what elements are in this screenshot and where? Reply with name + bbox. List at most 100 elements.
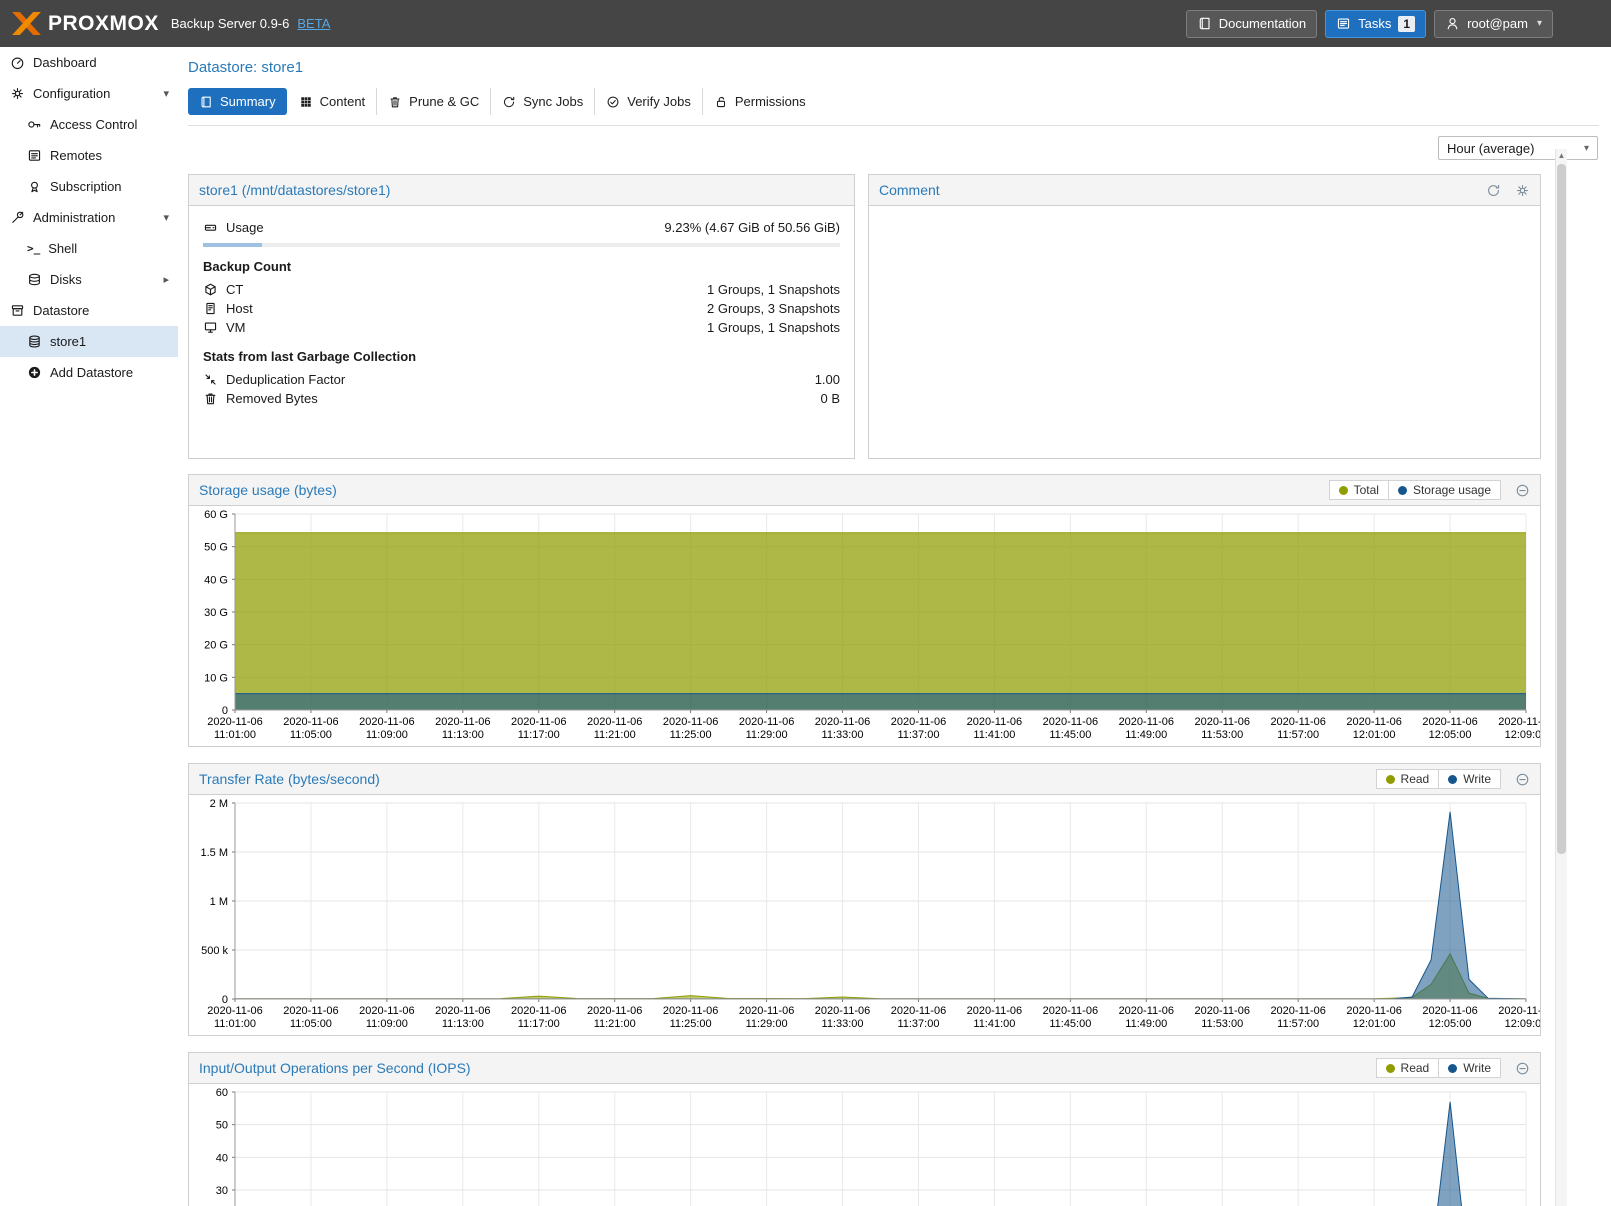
sidebar-item-disks[interactable]: Disks▸ xyxy=(0,264,178,295)
tab-summary[interactable]: Summary xyxy=(188,88,287,115)
svg-text:2020-11-06: 2020-11-06 xyxy=(891,716,946,728)
scrollbar[interactable]: ▲ xyxy=(1555,149,1567,1206)
datastore-status-panel: store1 (/mnt/datastores/store1) Usage 9.… xyxy=(188,174,855,459)
svg-text:2020-11-06: 2020-11-06 xyxy=(435,716,490,728)
svg-text:2020-11-06: 2020-11-06 xyxy=(435,1005,490,1017)
svg-text:12:05:00: 12:05:00 xyxy=(1429,1018,1472,1030)
svg-text:2020-11-06: 2020-11-06 xyxy=(1119,1005,1174,1017)
svg-text:1 M: 1 M xyxy=(210,896,228,908)
tab-sync-jobs[interactable]: Sync Jobs xyxy=(491,88,595,115)
ct-label: CT xyxy=(226,282,243,297)
svg-text:50: 50 xyxy=(216,1120,228,1132)
svg-text:11:33:00: 11:33:00 xyxy=(822,1018,864,1030)
chevron-down-icon: ▾ xyxy=(163,211,169,224)
documentation-button[interactable]: Documentation xyxy=(1186,10,1317,38)
usage-progress-bar xyxy=(203,243,840,247)
storage-usage-chart: 010 G20 G30 G40 G50 G60 G2020-11-0611:01… xyxy=(189,506,1540,746)
sidebar-item-add-datastore[interactable]: Add Datastore xyxy=(0,357,178,388)
sidebar-item-administration[interactable]: Administration▾ xyxy=(0,202,178,233)
svg-text:11:21:00: 11:21:00 xyxy=(594,1018,636,1030)
time-range-select[interactable]: Hour (average) ▾ xyxy=(1438,136,1598,160)
svg-text:2020-11-06: 2020-11-06 xyxy=(587,716,642,728)
svg-text:2020-11-06: 2020-11-06 xyxy=(739,716,794,728)
svg-text:11:09:00: 11:09:00 xyxy=(366,729,408,741)
tab-label: Prune & GC xyxy=(409,94,479,109)
proxmox-logo: PROXMOX xyxy=(12,12,159,36)
legend-item-storage-usage[interactable]: Storage usage xyxy=(1389,480,1501,500)
vm-count-row: VM 1 Groups, 1 Snapshots xyxy=(203,318,840,337)
backup-count-title: Backup Count xyxy=(203,259,840,274)
legend-item-write[interactable]: Write xyxy=(1439,1058,1501,1078)
collapse-panel-button[interactable] xyxy=(1515,772,1530,787)
panel-title: store1 (/mnt/datastores/store1) xyxy=(199,182,390,198)
svg-text:2020-11-06: 2020-11-06 xyxy=(1498,1005,1540,1017)
grid-icon xyxy=(299,95,313,109)
svg-text:2020-11-06: 2020-11-06 xyxy=(1043,716,1098,728)
svg-text:11:57:00: 11:57:00 xyxy=(1277,729,1319,741)
collapse-panel-button[interactable] xyxy=(1515,1061,1530,1076)
legend-item-total[interactable]: Total xyxy=(1329,480,1389,500)
legend-dot-icon xyxy=(1386,775,1395,784)
svg-text:2020-11-06: 2020-11-06 xyxy=(815,1005,870,1017)
sidebar-item-shell[interactable]: >_Shell xyxy=(0,233,178,264)
settings-button[interactable] xyxy=(1515,183,1530,198)
sidebar-item-store1[interactable]: store1 xyxy=(0,326,178,357)
svg-text:11:33:00: 11:33:00 xyxy=(822,729,864,741)
beta-link[interactable]: BETA xyxy=(297,16,330,31)
chevron-down-icon: ▾ xyxy=(1537,18,1542,29)
svg-text:2 M: 2 M xyxy=(210,798,228,810)
comment-body[interactable] xyxy=(869,206,1540,458)
svg-text:2020-11-06: 2020-11-06 xyxy=(1195,716,1250,728)
cert-icon xyxy=(27,179,42,194)
sidebar-item-datastore[interactable]: Datastore xyxy=(0,295,178,326)
svg-text:2020-11-06: 2020-11-06 xyxy=(967,1005,1022,1017)
tab-verify-jobs[interactable]: Verify Jobs xyxy=(595,88,703,115)
comment-panel: Comment xyxy=(868,174,1541,459)
svg-text:12:01:00: 12:01:00 xyxy=(1353,1018,1396,1030)
user-menu-button[interactable]: root@pam ▾ xyxy=(1434,10,1553,38)
host-count-row: Host 2 Groups, 3 Snapshots xyxy=(203,299,840,318)
vm-label: VM xyxy=(226,320,246,335)
svg-text:11:29:00: 11:29:00 xyxy=(746,729,788,741)
chart-legend: ReadWrite xyxy=(1376,769,1501,789)
sidebar-item-access-control[interactable]: Access Control xyxy=(0,109,178,140)
svg-text:2020-11-06: 2020-11-06 xyxy=(283,716,338,728)
legend-item-read[interactable]: Read xyxy=(1376,1058,1440,1078)
tab-label: Content xyxy=(320,94,366,109)
sidebar-item-label: Disks xyxy=(50,272,82,287)
product-name: Backup Server 0.9-6 xyxy=(171,16,290,31)
check-circle-icon xyxy=(606,95,620,109)
sidebar-item-subscription[interactable]: Subscription xyxy=(0,171,178,202)
iops-chart: 01020304050602020-11-0611:01:002020-11-0… xyxy=(189,1084,1540,1206)
legend-dot-icon xyxy=(1386,1064,1395,1073)
svg-text:2020-11-06: 2020-11-06 xyxy=(1346,1005,1401,1017)
svg-text:12:01:00: 12:01:00 xyxy=(1353,729,1396,741)
legend-item-write[interactable]: Write xyxy=(1439,769,1501,789)
svg-text:500 k: 500 k xyxy=(201,945,228,957)
sidebar: Dashboard Configuration▾Access ControlRem… xyxy=(0,47,178,1206)
svg-text:11:09:00: 11:09:00 xyxy=(366,1018,408,1030)
svg-text:11:45:00: 11:45:00 xyxy=(1049,1018,1091,1030)
tab-prune-gc[interactable]: Prune & GC xyxy=(377,88,491,115)
vm-value: 1 Groups, 1 Snapshots xyxy=(707,320,840,335)
svg-text:2020-11-06: 2020-11-06 xyxy=(967,716,1022,728)
tab-label: Sync Jobs xyxy=(523,94,583,109)
usage-label: Usage xyxy=(226,220,264,235)
collapse-panel-button[interactable] xyxy=(1515,483,1530,498)
sidebar-item-configuration[interactable]: Configuration▾ xyxy=(0,78,178,109)
tab-permissions[interactable]: Permissions xyxy=(703,88,817,115)
svg-text:11:25:00: 11:25:00 xyxy=(670,1018,712,1030)
sidebar-item-dashboard[interactable]: Dashboard xyxy=(0,47,178,78)
dedup-label: Deduplication Factor xyxy=(226,372,345,387)
scrollbar-thumb[interactable] xyxy=(1557,164,1566,854)
tasks-button[interactable]: Tasks 1 xyxy=(1325,10,1426,38)
svg-text:11:21:00: 11:21:00 xyxy=(594,729,636,741)
sidebar-item-remotes[interactable]: Remotes xyxy=(0,140,178,171)
iops-panel: Input/Output Operations per Second (IOPS… xyxy=(188,1052,1541,1206)
scroll-up-button[interactable]: ▲ xyxy=(1556,149,1567,162)
range-row: Hour (average) ▾ xyxy=(188,136,1598,160)
refresh-button[interactable] xyxy=(1486,183,1501,198)
sidebar-item-label: Dashboard xyxy=(33,55,97,70)
legend-item-read[interactable]: Read xyxy=(1376,769,1440,789)
tab-content[interactable]: Content xyxy=(288,88,378,115)
